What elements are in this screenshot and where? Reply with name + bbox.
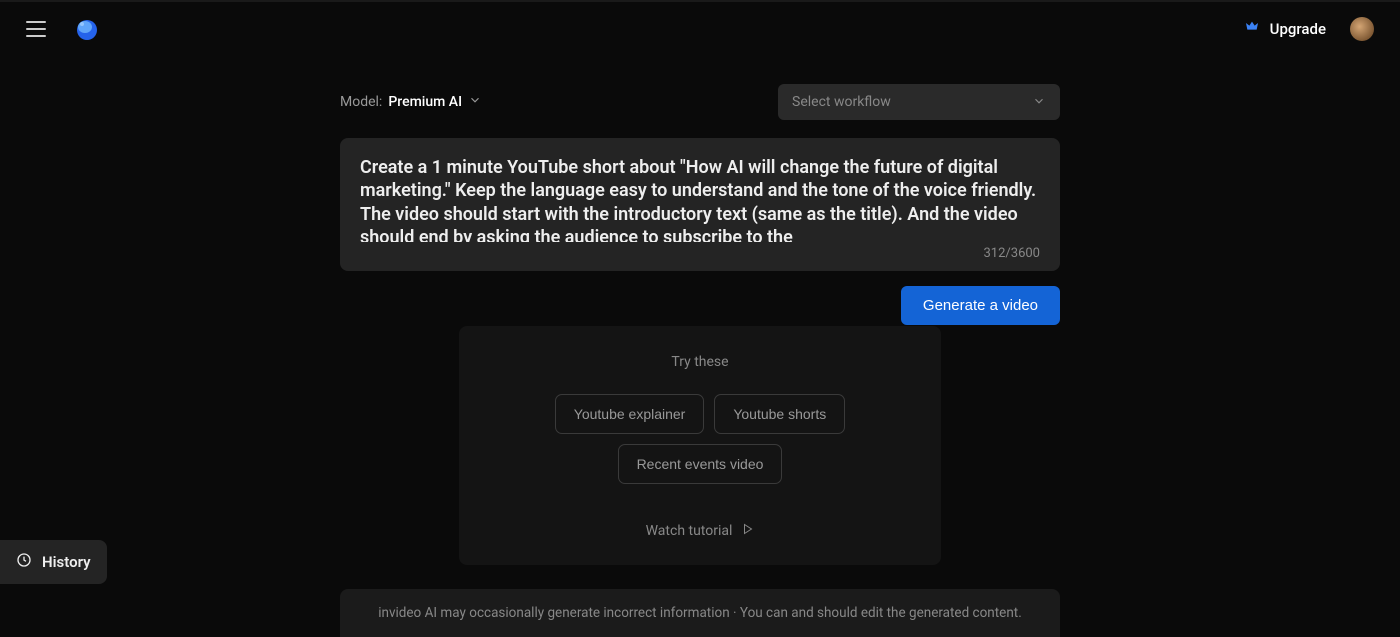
workflow-select[interactable]: Select workflow <box>778 84 1060 120</box>
upgrade-label: Upgrade <box>1270 20 1326 38</box>
crown-icon <box>1244 19 1260 39</box>
history-label: History <box>42 553 91 571</box>
controls-row: Model: Premium AI Select workflow <box>340 84 1060 120</box>
disclaimer: invideo AI may occasionally generate inc… <box>340 589 1060 637</box>
topbar-right: Upgrade <box>1244 17 1374 41</box>
upgrade-button[interactable]: Upgrade <box>1244 19 1326 39</box>
chip-youtube-explainer[interactable]: Youtube explainer <box>555 394 705 434</box>
model-label: Model: <box>340 94 382 110</box>
prompt-input[interactable]: Create a 1 minute YouTube short about "H… <box>360 156 1040 242</box>
main-content: Model: Premium AI Select workflow Create… <box>340 84 1060 637</box>
watch-tutorial-link[interactable]: Watch tutorial <box>646 523 755 539</box>
menu-button[interactable] <box>26 21 46 37</box>
workflow-placeholder: Select workflow <box>792 94 891 110</box>
suggestion-chips: Youtube explainer Youtube shorts Recent … <box>483 394 917 484</box>
clock-icon <box>16 552 32 572</box>
chevron-down-icon <box>468 93 482 111</box>
suggestions-panel: Try these Youtube explainer Youtube shor… <box>459 326 941 565</box>
chevron-down-icon <box>1032 93 1046 112</box>
avatar[interactable] <box>1350 17 1374 41</box>
prompt-box: Create a 1 minute YouTube short about "H… <box>340 138 1060 271</box>
topbar: Upgrade <box>0 2 1400 56</box>
history-button[interactable]: History <box>0 540 107 584</box>
chip-recent-events[interactable]: Recent events video <box>618 444 783 484</box>
play-icon <box>742 523 754 539</box>
watch-tutorial-label: Watch tutorial <box>646 523 733 539</box>
generate-row: Generate a video <box>340 286 1060 325</box>
suggestions-heading: Try these <box>483 354 917 370</box>
generate-button[interactable]: Generate a video <box>901 286 1060 325</box>
chip-youtube-shorts[interactable]: Youtube shorts <box>714 394 845 434</box>
topbar-left <box>26 17 98 41</box>
char-count: 312/3600 <box>360 246 1040 261</box>
app-logo[interactable] <box>74 17 98 41</box>
model-value: Premium AI <box>388 94 462 110</box>
model-selector[interactable]: Model: Premium AI <box>340 93 482 111</box>
